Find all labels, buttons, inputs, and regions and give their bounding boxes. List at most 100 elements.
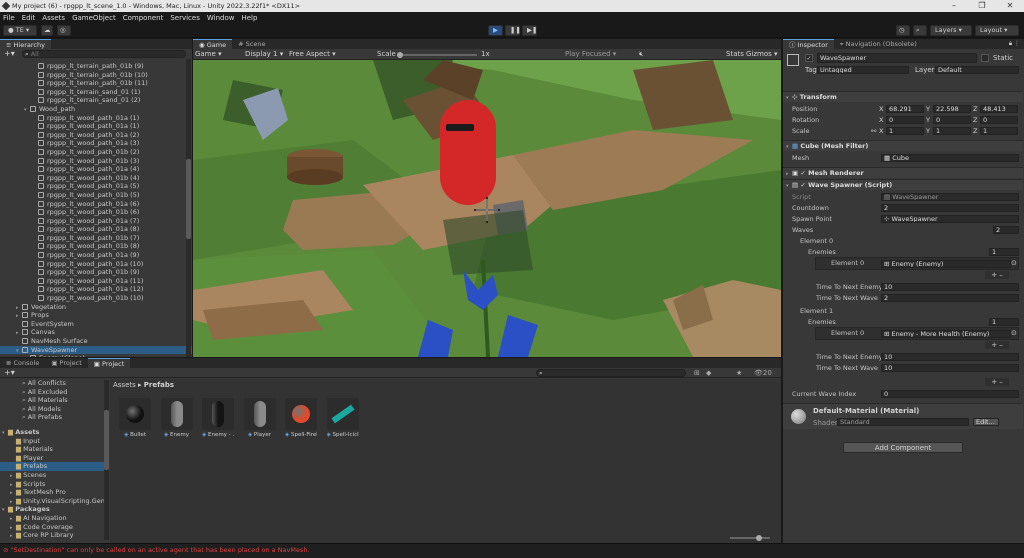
- tree-folder-textmesh[interactable]: ▸ ▆ TextMesh Pro: [0, 488, 106, 497]
- axis-y-label[interactable]: Y: [926, 116, 930, 125]
- tag-dropdown[interactable]: Untagged: [817, 66, 909, 74]
- tab-navigation[interactable]: ⌖ Navigation (Obsolete): [833, 39, 923, 49]
- hierarchy-item[interactable]: rpgpp_lt_terrain_sand_01 (1): [0, 88, 192, 97]
- hierarchy-item[interactable]: rpgpp_lt_wood_path_01a (8): [0, 225, 192, 234]
- mute-icon[interactable]: 🔇︎: [639, 50, 643, 59]
- enemy-object-field[interactable]: ⊞ Enemy (Enemy): [881, 260, 1011, 268]
- tree-folder-player[interactable]: ▆ Player: [0, 454, 106, 463]
- search-button[interactable]: ⌕: [913, 25, 927, 36]
- tree-package-item[interactable]: ▸ ▆ Core RP Library: [0, 531, 106, 540]
- waves-count-input[interactable]: 2: [993, 226, 1019, 234]
- tab-hierarchy[interactable]: ≡ Hierarchy: [0, 39, 51, 49]
- hierarchy-item[interactable]: rpgpp_lt_wood_path_01a (10): [0, 260, 192, 269]
- wave-spawner-header[interactable]: ▾ ▤ ✓ Wave Spawner (Script): [783, 179, 1023, 190]
- shader-dropdown[interactable]: Standard: [837, 418, 969, 426]
- list-add-remove[interactable]: + –: [985, 271, 1009, 279]
- time-next-wave-input[interactable]: 2: [881, 294, 1019, 302]
- position-y-input[interactable]: 22.598: [933, 105, 971, 113]
- tree-folder-prefabs[interactable]: ▆ Prefabs: [0, 462, 106, 471]
- hierarchy-item[interactable]: ▸ Vegetation: [0, 303, 192, 312]
- time-next-enemy-input[interactable]: 10: [881, 283, 1019, 291]
- position-x-input[interactable]: 68.291: [886, 105, 924, 113]
- menu-edit[interactable]: Edit: [22, 14, 36, 22]
- tab-scene[interactable]: # Scene: [232, 39, 272, 49]
- script-enabled-checkbox[interactable]: ✓: [800, 181, 805, 189]
- layers-dropdown[interactable]: Layers ▾: [930, 25, 972, 36]
- mesh-renderer-header[interactable]: ▸ ▣ ✓ Mesh Renderer: [783, 167, 1023, 178]
- hierarchy-item[interactable]: rpgpp_lt_wood_path_01a (12): [0, 285, 192, 294]
- close-icon[interactable]: ✕: [996, 0, 1024, 12]
- pause-button[interactable]: ❚❚: [505, 25, 521, 36]
- hierarchy-item[interactable]: rpgpp_lt_wood_path_01a (7): [0, 217, 192, 226]
- asset-item[interactable]: ◈ Spell-Icicle: [326, 398, 359, 438]
- hierarchy-item[interactable]: ▸ Props: [0, 311, 192, 320]
- tree-folder-unity[interactable]: ▸ ▆ Unity.VisualScripting.Gene: [0, 497, 106, 506]
- favorite-item[interactable]: ⌕ All Excluded: [0, 388, 106, 397]
- hierarchy-item[interactable]: rpgpp_lt_wood_path_01b (6): [0, 208, 192, 217]
- hierarchy-item[interactable]: rpgpp_lt_wood_path_01a (1): [0, 122, 192, 131]
- maximize-icon[interactable]: ❐: [968, 0, 996, 12]
- tree-folder-materials[interactable]: ▆ Materials: [0, 445, 106, 454]
- tree-folder-scripts[interactable]: ▸ ▆ Scripts: [0, 480, 106, 489]
- hierarchy-item[interactable]: rpgpp_lt_wood_path_01b (2): [0, 148, 192, 157]
- gizmos-button[interactable]: Gizmos ▾: [746, 50, 778, 59]
- waves-add-remove[interactable]: + –: [985, 378, 1009, 386]
- hierarchy-item[interactable]: rpgpp_lt_terrain_path_01b (9): [0, 62, 192, 71]
- tab-project-1[interactable]: ▣ Project: [45, 358, 88, 368]
- static-checkbox[interactable]: [981, 54, 989, 62]
- project-search-input[interactable]: ⌕: [536, 369, 686, 377]
- hierarchy-item[interactable]: rpgpp_lt_wood_path_01b (8): [0, 242, 192, 251]
- hierarchy-item[interactable]: rpgpp_lt_wood_path_01b (5): [0, 191, 192, 200]
- tree-folder-input[interactable]: ▆ Input: [0, 437, 106, 446]
- hierarchy-item[interactable]: NavMesh Surface: [0, 337, 192, 346]
- menu-component[interactable]: Component: [123, 14, 164, 22]
- scale-slider-handle[interactable]: [397, 52, 403, 58]
- hierarchy-item[interactable]: rpgpp_lt_wood_path_01a (5): [0, 182, 192, 191]
- axis-y-label[interactable]: Y: [926, 127, 930, 136]
- add-asset-icon[interactable]: +▾: [4, 368, 15, 378]
- rotation-z-input[interactable]: 0: [980, 116, 1018, 124]
- rotation-x-input[interactable]: 0: [886, 116, 924, 124]
- favorite-item[interactable]: ⌕ All Prefabs: [0, 413, 106, 422]
- position-z-input[interactable]: 48.413: [980, 105, 1018, 113]
- spawn-point-field[interactable]: ⊹ WaveSpawner: [881, 215, 1019, 223]
- tree-assets-root[interactable]: ▾ ▆ Assets: [0, 428, 106, 437]
- star-icon[interactable]: ★: [736, 368, 742, 378]
- object-picker-icon[interactable]: ⊙: [1011, 328, 1017, 338]
- step-button[interactable]: ▶❚: [522, 25, 537, 36]
- menu-help[interactable]: Help: [241, 14, 257, 22]
- add-icon[interactable]: +▾: [4, 49, 15, 58]
- account-button[interactable]: ● TE ▾: [3, 25, 37, 36]
- asset-item[interactable]: ◈ Spell-Fireb...: [285, 398, 317, 438]
- countdown-input[interactable]: 2: [881, 204, 1019, 212]
- hierarchy-item[interactable]: ▾ WaveSpawner: [0, 345, 192, 355]
- game-mode-dropdown[interactable]: Game ▾: [195, 50, 240, 59]
- filter-icon[interactable]: ⊞: [694, 368, 700, 378]
- status-message[interactable]: "SetDestination" can only be called on a…: [11, 546, 310, 554]
- time-next-enemy-input[interactable]: 10: [881, 353, 1019, 361]
- minimize-icon[interactable]: –: [940, 0, 968, 12]
- label-icon[interactable]: ◆: [706, 368, 711, 378]
- hierarchy-item[interactable]: rpgpp_lt_wood_path_01a (11): [0, 277, 192, 286]
- tree-folder-scenes[interactable]: ▸ ▆ Scenes: [0, 471, 106, 480]
- tree-package-item[interactable]: ▸ ▆ Code Coverage: [0, 523, 106, 532]
- hierarchy-item[interactable]: rpgpp_lt_wood_path_01b (7): [0, 234, 192, 243]
- asset-item[interactable]: ◈ Player: [243, 398, 276, 438]
- tab-project-2[interactable]: ▣ Project: [87, 358, 131, 368]
- hierarchy-item[interactable]: EventSystem: [0, 320, 192, 329]
- hierarchy-item[interactable]: ▾ Wood_path: [0, 105, 192, 114]
- collab-button[interactable]: ◎: [57, 25, 71, 36]
- breadcrumb-prefabs[interactable]: Prefabs: [144, 381, 174, 389]
- transform-header[interactable]: ▾ ⊹ Transform: [783, 91, 1023, 102]
- panel-lock-icon[interactable]: 🔒︎ ⋮: [1009, 39, 1024, 49]
- current-wave-input[interactable]: 0: [881, 390, 1019, 398]
- active-checkbox[interactable]: ✓: [805, 54, 813, 62]
- object-picker-icon[interactable]: ⊙: [1011, 258, 1017, 268]
- scale-y-input[interactable]: 1: [933, 127, 971, 135]
- shader-edit-button[interactable]: Edit...: [973, 418, 999, 426]
- add-component-button[interactable]: Add Component: [843, 442, 963, 453]
- script-field[interactable]: ▤ WaveSpawner: [881, 193, 1019, 201]
- hierarchy-item[interactable]: rpgpp_lt_wood_path_01b (4): [0, 174, 192, 183]
- play-button[interactable]: ▶: [488, 25, 503, 36]
- tree-packages-root[interactable]: ▾ ▆ Packages: [0, 505, 106, 514]
